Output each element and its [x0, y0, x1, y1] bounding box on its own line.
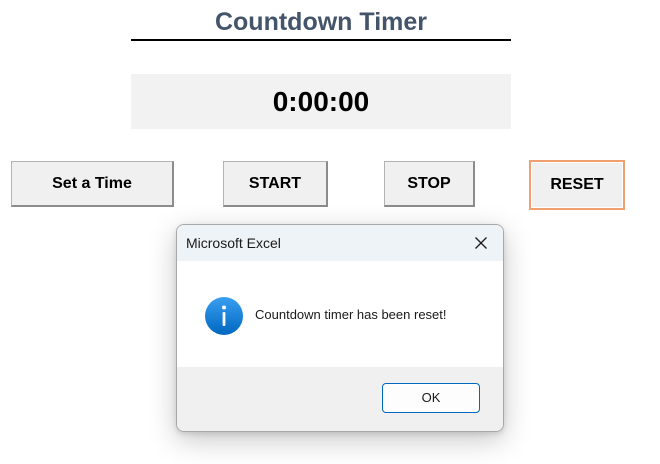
reset-button[interactable]: RESET: [529, 160, 625, 210]
page-title: Countdown Timer: [214, 8, 428, 36]
dialog-message: Countdown timer has been reset!: [255, 307, 447, 322]
dialog-footer: OK: [177, 367, 503, 431]
dialog-body: Countdown timer has been reset!: [177, 261, 503, 367]
dialog-titlebar: Microsoft Excel: [177, 225, 503, 261]
excel-sheet-area: Countdown Timer 0:00:00 Set a Time START…: [0, 0, 660, 464]
stop-button[interactable]: STOP: [384, 161, 475, 207]
ok-button[interactable]: OK: [382, 383, 480, 413]
message-dialog: Microsoft Excel Countdown timer has been…: [176, 224, 504, 432]
close-icon[interactable]: [459, 225, 503, 261]
timer-display: 0:00:00: [131, 74, 511, 129]
dialog-title: Microsoft Excel: [186, 235, 281, 251]
info-icon: [204, 296, 244, 336]
start-button[interactable]: START: [223, 161, 328, 207]
title-underline: [131, 39, 511, 41]
set-time-button[interactable]: Set a Time: [11, 161, 174, 207]
